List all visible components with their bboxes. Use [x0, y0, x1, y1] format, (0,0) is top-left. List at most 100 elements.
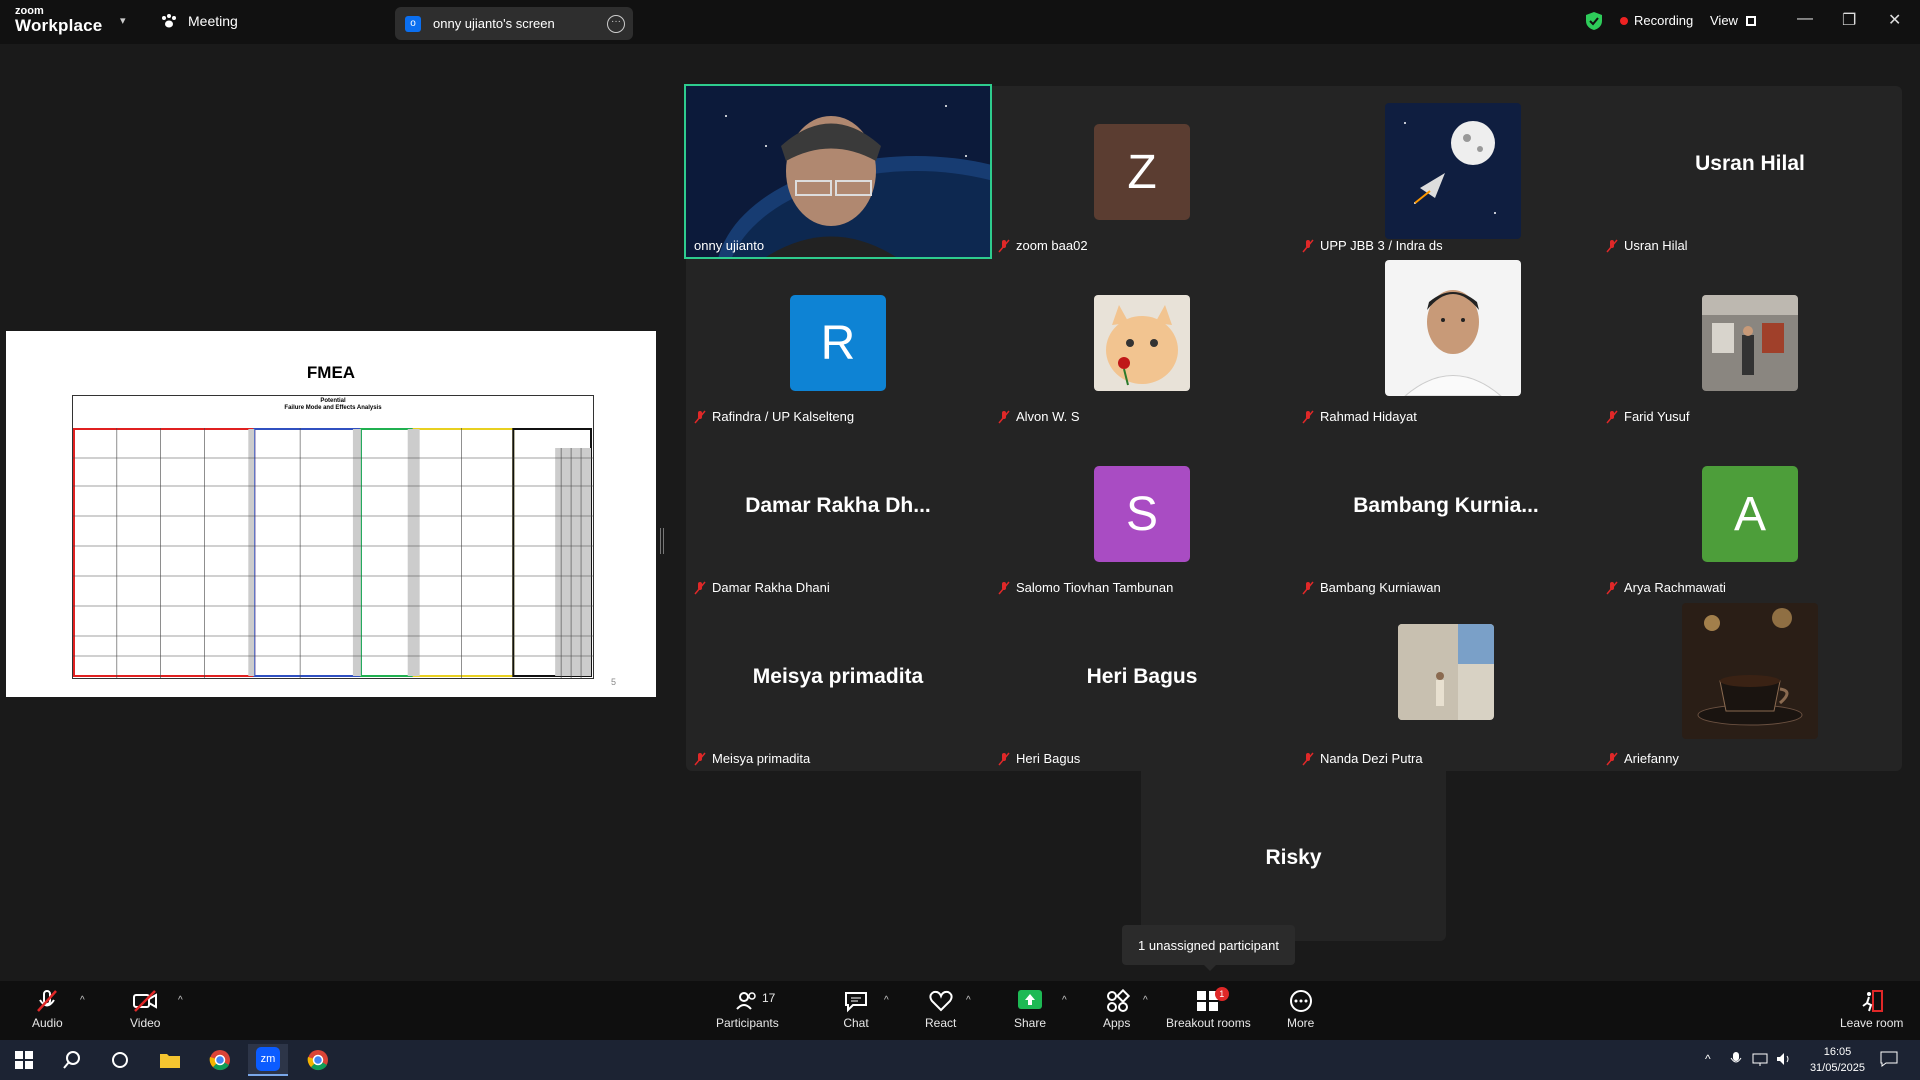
meeting-toolbar: Audio ^ Video ^ Participants 17 Chat ^ R… [0, 981, 1920, 1040]
share-button[interactable]: Share [1014, 989, 1046, 1030]
screen-share-pill[interactable]: o onny ujianto's screen ··· [395, 7, 633, 40]
participant-tile[interactable]: Rahmad Hidayat [1294, 257, 1598, 428]
network-icon[interactable] [1752, 1052, 1768, 1071]
participant-tile[interactable]: Ariefanny [1598, 599, 1902, 770]
view-button[interactable]: View [1710, 13, 1756, 28]
participant-display-name: Damar Rakha Dh... [745, 494, 931, 517]
avatar: Z [1094, 124, 1190, 220]
minimize-icon[interactable]: — [1797, 10, 1813, 28]
file-explorer-icon[interactable] [150, 1044, 190, 1076]
participant-display-name: Risky [1265, 846, 1322, 869]
apps-options-caret-icon[interactable]: ^ [1143, 995, 1148, 1006]
audio-label: Audio [32, 1016, 63, 1030]
muted-mic-icon [998, 239, 1010, 252]
participant-name: Bambang Kurniawan [1302, 580, 1441, 595]
participant-tile[interactable]: Meisya primadita Meisya primadita [686, 599, 990, 770]
participants-count: 17 [762, 991, 776, 1005]
muted-mic-icon [1302, 239, 1314, 252]
video-button[interactable]: Video [130, 989, 160, 1030]
participant-name: Farid Yusuf [1606, 409, 1690, 424]
muted-mic-icon [1302, 752, 1314, 765]
more-icon [1289, 990, 1312, 1012]
clock-date: 31/05/2025 [1809, 1062, 1865, 1074]
avatar: A [1702, 466, 1798, 562]
participant-tile[interactable]: R Rafindra / UP Kalselteng [686, 257, 990, 428]
participant-name: Damar Rakha Dhani [694, 580, 830, 595]
search-icon[interactable] [52, 1044, 92, 1076]
more-label: More [1287, 1016, 1315, 1030]
leave-door-icon [1862, 990, 1883, 1012]
taskbar-clock[interactable]: 16:05 31/05/2025 [1810, 1044, 1865, 1076]
page-number: 5 [610, 677, 616, 687]
microphone-tray-icon[interactable] [1730, 1051, 1742, 1072]
screen-share-label: onny ujianto's screen [433, 16, 555, 31]
participant-tile[interactable]: Risky [1141, 771, 1446, 941]
chrome-icon[interactable] [200, 1044, 240, 1076]
volume-icon[interactable] [1776, 1052, 1792, 1071]
participant-tile[interactable]: Nanda Dezi Putra [1294, 599, 1598, 770]
participant-tile[interactable]: UPP JBB 3 / Indra ds [1294, 86, 1598, 257]
system-tray-chevron-icon[interactable]: ^ [1705, 1052, 1711, 1066]
muted-mic-icon [998, 752, 1010, 765]
worksheet-header: Potential Failure Mode and Effects Analy… [73, 398, 593, 412]
more-button[interactable]: More [1287, 989, 1314, 1030]
camera-video-feed [686, 86, 990, 257]
worksheet-title-2: Failure Mode and Effects Analysis [284, 405, 382, 411]
task-view-icon[interactable] [100, 1044, 140, 1076]
share-screen-icon [1018, 990, 1043, 1009]
participant-tile[interactable]: S Salomo Tiovhan Tambunan [990, 428, 1294, 599]
cat-rose-image [1094, 295, 1190, 391]
audio-options-caret-icon[interactable]: ^ [80, 995, 85, 1006]
split-resize-handle[interactable] [660, 528, 664, 554]
grid-view-icon [1745, 15, 1756, 26]
apps-button[interactable]: Apps [1103, 989, 1130, 1030]
video-options-caret-icon[interactable]: ^ [178, 995, 183, 1006]
chrome-profile-icon[interactable] [298, 1044, 338, 1076]
chevron-down-icon[interactable]: ▾ [120, 14, 126, 27]
participant-tile[interactable]: Heri Bagus Heri Bagus [990, 599, 1294, 770]
recording-indicator[interactable]: Recording [1620, 13, 1693, 28]
chat-label: Chat [843, 1016, 869, 1030]
worksheet-grid [73, 428, 593, 678]
muted-mic-icon [998, 581, 1010, 594]
chat-button[interactable]: Chat [843, 989, 869, 1030]
participant-tile[interactable]: Usran Hilal Usran Hilal [1598, 86, 1902, 257]
participant-name: Salomo Tiovhan Tambunan [998, 580, 1173, 595]
share-options-caret-icon[interactable]: ^ [1062, 995, 1067, 1006]
participant-display-name: Heri Bagus [1086, 665, 1198, 688]
shared-screen[interactable]: FMEA Potential Failure Mode and Effects … [6, 331, 656, 697]
close-icon[interactable]: ✕ [1888, 10, 1901, 30]
recording-label: Recording [1634, 13, 1694, 28]
restore-icon[interactable]: ❐ [1842, 10, 1856, 30]
participant-name: Heri Bagus [998, 751, 1080, 766]
zoom-taskbar-icon[interactable]: zm [248, 1044, 288, 1076]
react-label: React [925, 1016, 957, 1030]
participant-tile[interactable]: Z zoom baa02 [990, 86, 1294, 257]
react-options-caret-icon[interactable]: ^ [966, 995, 971, 1006]
breakout-rooms-button[interactable]: Breakout rooms 1 [1166, 987, 1251, 1030]
participant-tile[interactable]: Damar Rakha Dh... Damar Rakha Dhani [686, 428, 990, 599]
participant-tile[interactable]: Alvon W. S [990, 257, 1294, 428]
participant-tile[interactable]: Bambang Kurnia... Bambang Kurniawan [1294, 428, 1598, 599]
meeting-menu[interactable]: Meeting [160, 13, 238, 29]
windows-start-icon[interactable] [4, 1044, 44, 1076]
muted-mic-icon [694, 410, 706, 423]
more-options-icon[interactable]: ··· [607, 15, 625, 33]
participant-tile[interactable]: Farid Yusuf [1598, 257, 1902, 428]
participant-name: Alvon W. S [998, 409, 1080, 424]
breakout-tooltip: 1 unassigned participant [1122, 925, 1295, 971]
muted-mic-icon [1302, 410, 1314, 423]
notifications-icon[interactable] [1880, 1051, 1898, 1072]
chat-options-caret-icon[interactable]: ^ [884, 995, 889, 1006]
security-shield-icon[interactable] [1585, 11, 1603, 31]
audio-button[interactable]: Audio [32, 989, 63, 1030]
participant-name: UPP JBB 3 / Indra ds [1302, 238, 1443, 253]
participant-tile[interactable]: A Arya Rachmawati [1598, 428, 1902, 599]
fmea-worksheet: Potential Failure Mode and Effects Analy… [72, 395, 594, 679]
view-label: View [1710, 13, 1738, 28]
muted-mic-icon [1606, 752, 1618, 765]
react-button[interactable]: React [925, 989, 956, 1030]
participant-name: Rahmad Hidayat [1302, 409, 1417, 424]
leave-room-button[interactable]: Leave room [1840, 989, 1903, 1030]
participant-tile[interactable]: onny ujianto [684, 84, 992, 259]
